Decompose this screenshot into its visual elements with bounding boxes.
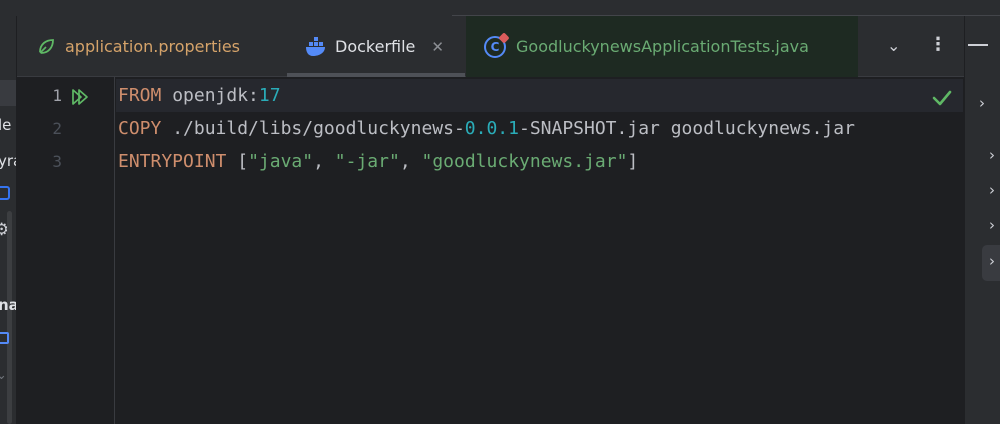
window-top-strip <box>0 0 1000 18</box>
project-tool-window[interactable]: le yra ⚙ na ⌄ <box>0 16 17 424</box>
docker-icon <box>305 36 327 58</box>
line-number: 1 <box>52 86 62 105</box>
project-scrollbar[interactable] <box>7 211 12 424</box>
java-class-icon: C <box>484 35 506 58</box>
text-token: ] <box>627 151 639 172</box>
minimize-icon[interactable] <box>968 44 988 46</box>
chevron-right-icon[interactable]: › <box>989 252 995 270</box>
folder-icon <box>0 332 9 344</box>
tab-label: Dockerfile <box>335 37 416 56</box>
inspection-ok-icon[interactable] <box>929 85 955 111</box>
right-tool-window-bar: › › › › › <box>964 16 1000 424</box>
chevron-right-icon[interactable]: › <box>989 146 995 164</box>
string-token: "goodluckynews.jar" <box>421 151 628 172</box>
project-tree-item-fragment[interactable]: na <box>0 296 16 314</box>
code-line[interactable]: FROM openjdk: 17 <box>118 79 281 112</box>
more-options-icon[interactable]: ⋮ <box>929 34 947 55</box>
chevron-down-icon[interactable]: ⌄ <box>887 36 900 55</box>
editor-tab-bar: application.properties Dockerfile ✕ C Go… <box>17 16 965 77</box>
module-icon <box>0 186 10 200</box>
tab-goodluckynews-application-tests[interactable]: C GoodluckynewsApplicationTests.java <box>466 16 858 77</box>
number-token: 17 <box>258 85 281 106</box>
code-line[interactable]: ENTRYPOINT ["java", "-jar", "goodluckyne… <box>118 145 638 178</box>
code-line[interactable]: COPY ./build/libs/goodluckynews- 0.0.1 -SN… <box>118 112 855 145</box>
number-token: 0.0.1 <box>464 118 519 139</box>
line-number: 2 <box>52 119 62 138</box>
text-token: [ <box>226 151 249 172</box>
project-tree-item-fragment[interactable]: yra <box>0 152 16 170</box>
string-token: "-jar" <box>334 151 400 172</box>
chevron-right-icon[interactable]: › <box>989 181 995 199</box>
chevron-down-icon[interactable]: ⌄ <box>0 368 7 383</box>
chevron-right-icon[interactable]: › <box>989 216 995 234</box>
tab-label: application.properties <box>65 37 240 56</box>
keyword-token: FROM <box>118 85 162 106</box>
tab-dockerfile[interactable]: Dockerfile ✕ <box>287 16 465 77</box>
text-token: ./build/libs/goodluckynews- <box>161 118 465 139</box>
chevron-right-icon[interactable]: › <box>979 94 985 112</box>
text-token: openjdk: <box>161 85 259 106</box>
close-icon[interactable]: ✕ <box>431 38 444 56</box>
tab-application-properties[interactable]: application.properties <box>35 16 240 77</box>
text-token: -SNAPSHOT.jar goodluckynews.jar <box>518 118 855 139</box>
editor-gutter[interactable]: 1 2 3 <box>17 77 115 424</box>
code-editor[interactable]: FROM openjdk: 17 COPY ./build/libs/goodlu… <box>116 77 963 424</box>
tab-label: GoodluckynewsApplicationTests.java <box>516 37 809 56</box>
text-token: , <box>399 151 422 172</box>
run-icon[interactable] <box>70 87 90 107</box>
keyword-token: COPY <box>118 118 162 139</box>
keyword-token: ENTRYPOINT <box>118 151 227 172</box>
project-selected-row[interactable] <box>0 80 16 106</box>
project-tree-item-fragment[interactable]: le <box>0 116 11 134</box>
string-token: "java" <box>248 151 314 172</box>
line-number: 3 <box>52 152 62 171</box>
spring-leaf-icon <box>35 36 57 58</box>
text-token: , <box>313 151 335 172</box>
